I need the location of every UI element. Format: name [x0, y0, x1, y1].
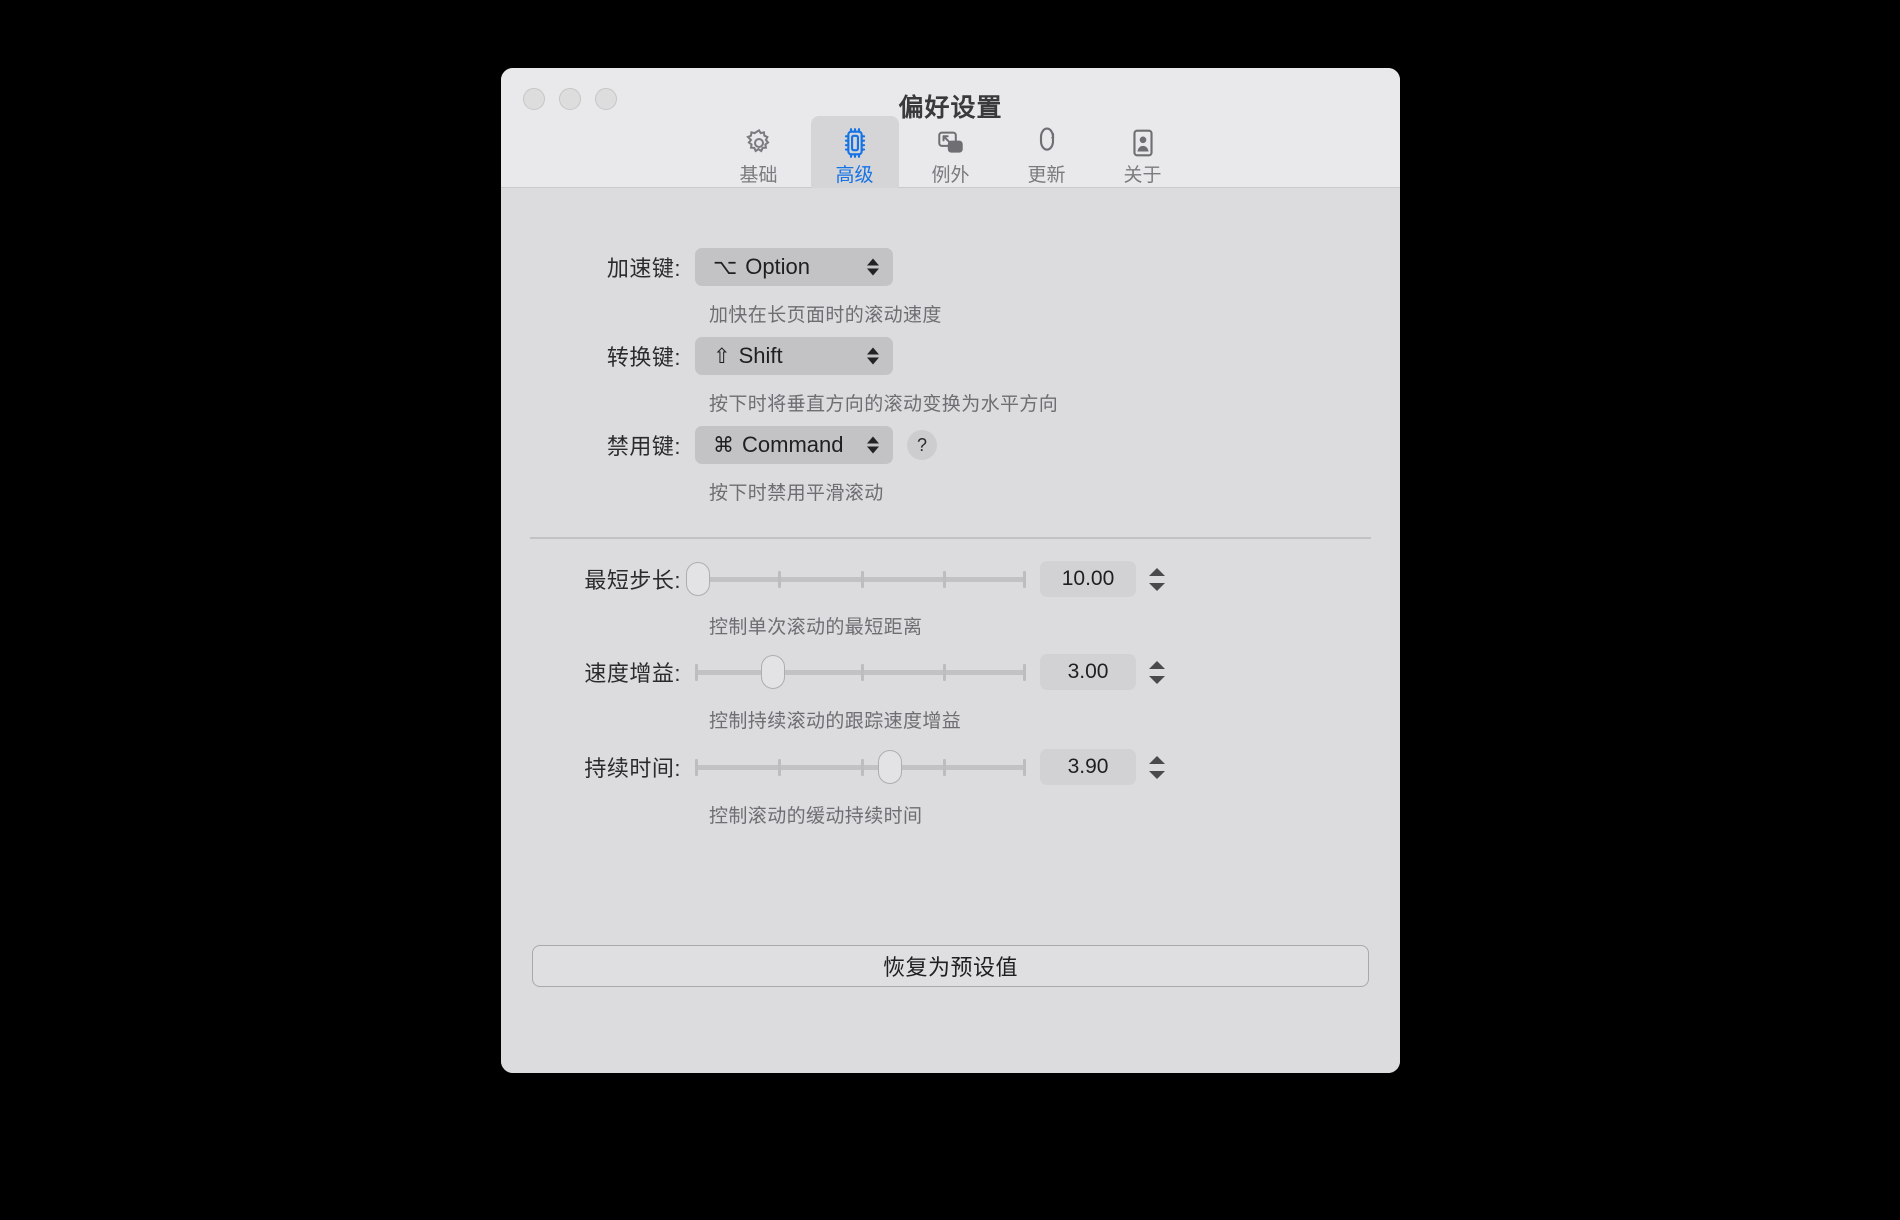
- toolbar-tabs: 基础 高级 例外 更新 关于: [501, 116, 1400, 193]
- duration-stepper[interactable]: [1146, 748, 1168, 786]
- speed-gain-hint: 控制持续滚动的跟踪速度增益: [709, 711, 962, 732]
- acceleration-key-hint: 加快在长页面时的滚动速度: [709, 305, 942, 326]
- min-step-value-field[interactable]: 10.00: [1040, 561, 1136, 597]
- tab-update-label: 更新: [1027, 165, 1066, 186]
- slider-tick: [1023, 759, 1026, 776]
- duration-value-field[interactable]: 3.90: [1040, 749, 1136, 785]
- tab-basic-label: 基础: [739, 165, 778, 186]
- disable-key-label: 禁用键:: [606, 434, 681, 459]
- reset-to-defaults-button[interactable]: 恢复为预设值: [532, 945, 1369, 987]
- speed-gain-label: 速度增益:: [584, 661, 681, 686]
- conversion-key-label: 转换键:: [606, 345, 681, 370]
- conversion-key-dropdown[interactable]: ⇧ Shift: [695, 337, 893, 375]
- conversion-key-value: ⇧ Shift: [713, 343, 783, 368]
- tab-basic[interactable]: 基础: [715, 116, 803, 193]
- command-key-symbol: ⌘: [713, 434, 734, 457]
- acceleration-key-value: ⌥ Option: [713, 254, 811, 279]
- slider-tick: [860, 664, 864, 681]
- disable-key-hint: 按下时禁用平滑滚动: [709, 483, 884, 504]
- slider-tick: [943, 664, 947, 681]
- slider-tick: [860, 571, 864, 588]
- tab-about-label: 关于: [1123, 165, 1162, 186]
- chevron-updown-icon: [867, 347, 879, 365]
- slider-tick: [1023, 664, 1026, 681]
- min-step-hint: 控制单次滚动的最短距离: [709, 617, 923, 638]
- speed-gain-value-field[interactable]: 3.00: [1040, 654, 1136, 690]
- person-card-icon: [1127, 126, 1159, 160]
- min-step-label: 最短步长:: [584, 568, 681, 593]
- setting-row-acceleration-key: 加速键: ⌥ Option: [545, 248, 893, 286]
- gear-icon: [743, 126, 775, 160]
- setting-row-disable-key: 禁用键: ⌘ Command ?: [545, 426, 937, 464]
- acceleration-key-dropdown[interactable]: ⌥ Option: [695, 248, 893, 286]
- disable-key-dropdown[interactable]: ⌘ Command: [695, 426, 893, 464]
- min-step-slider[interactable]: [686, 562, 1026, 596]
- tab-exception[interactable]: 例外: [907, 116, 995, 193]
- duration-label: 持续时间:: [584, 756, 681, 781]
- slider-tick: [1023, 571, 1026, 588]
- tab-update[interactable]: 更新: [1003, 116, 1091, 193]
- chevron-updown-icon: [867, 436, 879, 454]
- slider-tick: [860, 759, 864, 776]
- setting-row-conversion-key: 转换键: ⇧ Shift: [545, 337, 893, 375]
- chevron-updown-icon: [867, 258, 879, 276]
- conversion-key-hint: 按下时将垂直方向的滚动变换为水平方向: [709, 394, 1059, 415]
- slider-knob[interactable]: [686, 562, 711, 596]
- slider-tick: [943, 571, 947, 588]
- help-button[interactable]: ?: [907, 430, 937, 460]
- disable-key-value: ⌘ Command: [713, 432, 844, 457]
- slider-knob[interactable]: [760, 655, 785, 689]
- slider-tick: [695, 664, 698, 681]
- advanced-settings-pane: 加速键: ⌥ Option 加快在长页面时的滚动速度 转换键: ⇧ Shift 按下…: [501, 188, 1400, 1073]
- tab-advanced[interactable]: 高级: [810, 116, 899, 193]
- setting-row-min-step: 最短步长: 10.00: [545, 560, 1168, 598]
- preferences-window: 偏好设置 基础 高级 例外 更新 关于 加速键: ⌥ Option 加快在长页面…: [501, 68, 1400, 1073]
- slider-tick: [777, 759, 781, 776]
- min-step-stepper[interactable]: [1146, 560, 1168, 598]
- tab-exception-label: 例外: [931, 165, 970, 186]
- tab-advanced-label: 高级: [835, 165, 874, 186]
- acceleration-key-label: 加速键:: [606, 256, 681, 281]
- setting-row-duration: 持续时间: 3.90: [545, 748, 1168, 786]
- speed-gain-slider[interactable]: [695, 655, 1026, 689]
- option-key-symbol: ⌥: [713, 256, 738, 279]
- refresh-loop-icon: [1031, 126, 1063, 160]
- slider-knob[interactable]: [878, 750, 903, 784]
- slider-tick: [695, 759, 698, 776]
- tab-about[interactable]: 关于: [1099, 116, 1187, 193]
- section-divider: [530, 537, 1371, 539]
- chip-icon: [839, 126, 871, 160]
- slider-tick: [943, 759, 947, 776]
- window-titlebar: 偏好设置 基础 高级 例外 更新 关于: [501, 68, 1400, 193]
- slider-tick: [777, 571, 781, 588]
- speed-gain-stepper[interactable]: [1146, 653, 1168, 691]
- duration-slider[interactable]: [695, 750, 1026, 784]
- duration-hint: 控制滚动的缓动持续时间: [709, 806, 923, 827]
- shift-key-symbol: ⇧: [713, 345, 731, 368]
- setting-row-speed-gain: 速度增益: 3.00: [545, 653, 1168, 691]
- windows-cursor-icon: [935, 126, 967, 160]
